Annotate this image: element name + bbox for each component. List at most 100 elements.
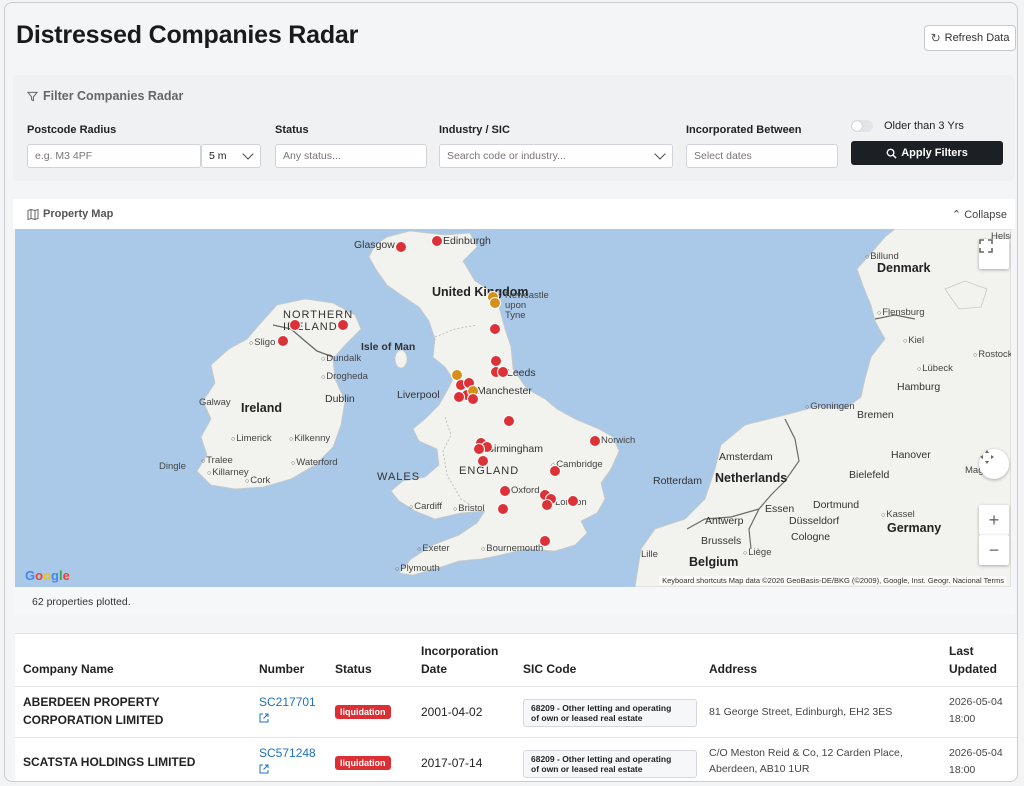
map-label-belgium: Belgium xyxy=(689,555,739,569)
column-header-company[interactable]: Company Name xyxy=(23,660,114,678)
property-pin[interactable] xyxy=(473,443,485,455)
map-label-bielefeld: Bielefeld xyxy=(849,469,890,481)
zoom-in-button[interactable]: + xyxy=(979,505,1009,535)
fullscreen-button[interactable] xyxy=(979,239,1009,269)
map-label-manchester: Manchester xyxy=(477,385,532,397)
status-badge: liquidation xyxy=(335,705,391,719)
column-header-sic[interactable]: SIC Code xyxy=(523,660,576,678)
property-pin[interactable] xyxy=(489,323,501,335)
property-pin[interactable] xyxy=(497,503,509,515)
column-header-upd-line2: Updated xyxy=(949,662,997,676)
filter-panel: Filter Companies Radar Postcode Radius e… xyxy=(13,75,1015,181)
company-name-line2: CORPORATION LIMITED xyxy=(23,713,164,727)
zoom-out-button[interactable]: − xyxy=(979,535,1009,565)
chevron-up-icon: ⌃ xyxy=(951,209,962,221)
collapse-label: Collapse xyxy=(964,209,1007,221)
search-icon xyxy=(886,148,897,159)
address: 81 George Street, Edinburgh, EH2 3ES xyxy=(709,704,892,720)
map-label-wales: WALES xyxy=(377,471,421,483)
property-pin[interactable] xyxy=(541,499,553,511)
map-label-england: ENGLAND xyxy=(459,465,520,477)
map-label-essen: Essen xyxy=(765,503,795,515)
property-pin[interactable] xyxy=(453,391,465,403)
camera-control-button[interactable] xyxy=(979,449,1009,479)
postcode-input[interactable]: e.g. M3 4PF xyxy=(27,144,201,168)
map-label-tralee: Tralee xyxy=(201,455,233,466)
map-label-groningen: Groningen xyxy=(805,401,854,412)
toggle-knob xyxy=(852,121,862,131)
map-label-hanover: Hanover xyxy=(891,449,931,461)
map-label-kiel: Kiel xyxy=(903,335,924,346)
property-pin[interactable] xyxy=(489,297,501,309)
external-link-icon[interactable] xyxy=(259,764,269,774)
incorporation-date: 2001-04-02 xyxy=(421,705,483,719)
map-label-dublin: Dublin xyxy=(325,393,355,405)
map-label-glasgow: Glasgow xyxy=(354,239,395,251)
address-line1: 81 George Street, Edinburgh, EH2 3ES xyxy=(709,706,893,718)
map-label-plymouth: Plymouth xyxy=(395,563,440,574)
map-label-dusseldorf: Düsseldorf xyxy=(789,515,840,527)
map-label-ireland: Ireland xyxy=(241,401,282,415)
status-input[interactable]: Any status... xyxy=(275,144,427,168)
property-pin[interactable] xyxy=(431,235,443,247)
map-label-isle-of-man: Isle of Man xyxy=(361,341,416,353)
property-pin[interactable] xyxy=(549,465,561,477)
property-pin[interactable] xyxy=(589,435,601,447)
table-row[interactable]: ABERDEEN PROPERTY CORPORATION LIMITED SC… xyxy=(15,686,1017,737)
older-than-toggle[interactable] xyxy=(851,120,873,132)
radius-select[interactable]: 5 m xyxy=(201,144,261,168)
column-header-inc-line2: Date xyxy=(421,662,448,676)
external-link-icon[interactable] xyxy=(259,713,269,723)
apply-filters-button[interactable]: Apply Filters xyxy=(851,141,1003,165)
collapse-map-button[interactable]: ⌃ Collapse xyxy=(952,208,1007,221)
property-pin[interactable] xyxy=(503,415,515,427)
column-header-upd-line1: Last xyxy=(949,644,974,658)
property-map[interactable]: United Kingdom Ireland NORTHERN IRELAND … xyxy=(15,229,1011,587)
column-header-inc-line1: Incorporation xyxy=(421,644,499,658)
property-pin[interactable] xyxy=(499,485,511,497)
map-label-galway: Galway xyxy=(199,397,231,408)
map-label-waterford: Waterford xyxy=(291,457,337,468)
map-label-dingle: Dingle xyxy=(159,461,186,472)
map-label-exeter: Exeter xyxy=(417,543,449,554)
sic-code-badge: 68209 - Other letting and operating of o… xyxy=(523,699,697,727)
property-pin[interactable] xyxy=(395,241,407,253)
updated-date: 2026-05-04 xyxy=(949,696,1003,708)
column-header-incorporation[interactable]: Incorporation Date xyxy=(421,642,498,678)
map-label-lille: Lille xyxy=(641,549,658,560)
column-header-address[interactable]: Address xyxy=(709,660,757,678)
incorporated-label: Incorporated Between xyxy=(686,124,802,136)
property-pin[interactable] xyxy=(497,366,509,378)
sic-line1: 68209 - Other letting and operating xyxy=(531,754,672,764)
industry-select[interactable]: Search code or industry... xyxy=(439,144,673,168)
app-window: Distressed Companies Radar ↻ Refresh Dat… xyxy=(4,2,1018,782)
property-pin[interactable] xyxy=(277,335,289,347)
last-updated: 2026-05-04 18:00 xyxy=(949,745,1003,779)
company-number-link[interactable]: SC217701 xyxy=(259,693,316,711)
property-pin[interactable] xyxy=(467,393,479,405)
map-label-germany: Germany xyxy=(887,521,942,535)
property-pin[interactable] xyxy=(477,455,489,467)
address-line1: C/O Meston Reid & Co, 12 Carden Place, xyxy=(709,747,903,759)
map-label-killarney: Killarney xyxy=(207,467,248,478)
property-pin[interactable] xyxy=(289,319,301,331)
property-pin[interactable] xyxy=(539,535,551,547)
postcode-radius-label: Postcode Radius xyxy=(27,124,117,136)
map-title-label: Property Map xyxy=(43,208,114,220)
map-label-dundalk: Dundalk xyxy=(321,353,361,364)
property-pin[interactable] xyxy=(337,319,349,331)
company-number-link[interactable]: SC571248 xyxy=(259,744,316,762)
map-label-lubeck: Lübeck xyxy=(917,363,953,374)
sic-code-badge: 68209 - Other letting and operating of o… xyxy=(523,750,697,778)
column-header-updated[interactable]: Last Updated xyxy=(949,642,997,678)
refresh-data-button[interactable]: ↻ Refresh Data xyxy=(924,25,1016,51)
map-attribution[interactable]: Keyboard shortcuts Map data ©2026 GeoBas… xyxy=(659,576,1007,585)
property-pin[interactable] xyxy=(567,495,579,507)
refresh-icon: ↻ xyxy=(930,31,941,45)
incorporated-date-input[interactable]: Select dates xyxy=(686,144,838,168)
column-header-number[interactable]: Number xyxy=(259,660,304,678)
table-row[interactable]: SCATSTA HOLDINGS LIMITED SC571248 liquid… xyxy=(15,737,1017,781)
company-name: ABERDEEN PROPERTY CORPORATION LIMITED xyxy=(23,693,163,729)
map-title: Property Map xyxy=(27,208,113,220)
column-header-status[interactable]: Status xyxy=(335,660,372,678)
